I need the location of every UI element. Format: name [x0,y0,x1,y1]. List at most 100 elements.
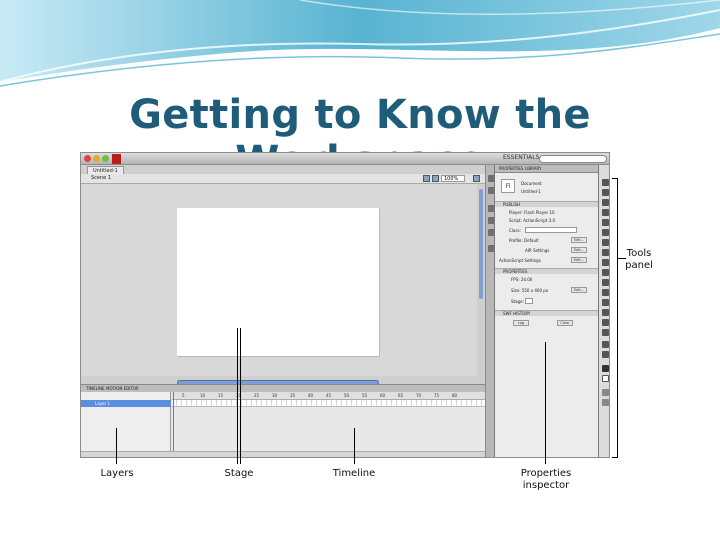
size-value: Size: 550 x 400 px [511,288,549,293]
eraser-tool-icon[interactable] [602,329,609,336]
layers-leader [116,428,117,464]
frame-number: 15 [218,393,224,398]
subselection-tool-icon[interactable] [602,189,609,196]
edit-symbol-icon[interactable] [432,175,439,182]
minimize-window-icon[interactable] [93,155,100,162]
frame-number: 70 [416,393,422,398]
flash-app-icon [112,154,121,164]
paint-bucket-tool-icon[interactable] [602,309,609,316]
snap-option-icon[interactable] [602,389,609,396]
script-setting: Script: ActionScript 3.0 [509,218,555,223]
document-icon: Fl [501,179,515,193]
edit-scene-icon[interactable] [423,175,430,182]
layer-row[interactable]: Layer 1 [81,400,171,407]
help-search-input[interactable] [539,155,607,163]
zoom-tool-icon[interactable] [602,351,609,358]
frame-number: 25 [254,393,260,398]
stroke-color-icon[interactable] [602,365,609,372]
document-tab[interactable]: Untitled-1 [87,166,124,174]
selection-tool-icon[interactable] [602,179,609,186]
rectangle-tool-icon[interactable] [602,259,609,266]
class-input[interactable] [525,227,577,233]
stage-leader-2 [240,328,241,464]
smooth-option-icon[interactable] [602,399,609,406]
actionscript-settings-label: ActionScript Settings [499,258,541,263]
edit-size-button[interactable]: Edit... [571,287,587,293]
clear-button[interactable]: Clear [557,320,573,326]
layers-column: Layer 1 [81,392,171,457]
free-transform-tool-icon[interactable] [602,199,609,206]
layer-frames[interactable] [172,400,485,407]
pasteboard [81,184,477,376]
bone-tool-icon[interactable] [602,299,609,306]
publish-section-header[interactable]: PUBLISH [495,201,599,207]
callout-properties-inspector: Properties inspector [520,468,572,491]
window-titlebar: ESSENTIALS [81,153,609,165]
close-window-icon[interactable] [84,155,91,162]
frame-number: 65 [398,393,404,398]
pencil-tool-icon[interactable] [602,269,609,276]
lasso-tool-icon[interactable] [602,219,609,226]
workspace-switcher[interactable]: ESSENTIALS [503,154,539,161]
timeline-panel: Layer 1 5 10 15 20 25 30 35 40 45 50 55 … [81,392,485,457]
zoom-window-icon[interactable] [102,155,109,162]
document-type: Document [521,181,542,186]
timeline-footer [81,451,485,457]
edit-air-settings-button[interactable]: Edit... [571,247,587,253]
frame-number: 55 [362,393,368,398]
stage-color-swatch[interactable] [525,298,533,304]
class-label: Class: [509,228,521,233]
zoom-control[interactable]: 100% [441,175,465,182]
edit-profile-button[interactable]: Edit... [571,237,587,243]
header-wave-graphic [0,0,720,87]
frame-number: 10 [200,393,206,398]
fill-color-icon[interactable] [602,375,609,382]
profile-setting: Profile: Default [509,238,539,243]
tab-properties[interactable]: PROPERTIES [499,165,523,173]
frame-number: 50 [344,393,350,398]
frame-number: 80 [452,393,458,398]
edit-bar: Scene 1 100% [81,174,485,184]
brush-tool-icon[interactable] [602,279,609,286]
air-settings-label: AIR Settings [525,248,550,253]
hand-tool-icon[interactable] [602,341,609,348]
stage[interactable] [177,208,379,356]
stage-options-icon[interactable] [473,175,480,182]
document-name: Untitled-1 [521,189,541,194]
fps-value[interactable]: FPS: 24.00 [511,277,532,282]
playhead[interactable] [173,392,174,457]
frame-ruler[interactable]: 5 10 15 20 25 30 35 40 45 50 55 60 65 70… [172,392,485,400]
frame-number: 30 [272,393,278,398]
scene-label[interactable]: Scene 1 [91,175,111,181]
properties-leader [545,342,546,464]
callout-stage: Stage [224,468,254,479]
properties-section-header[interactable]: PROPERTIES [495,268,599,274]
log-button[interactable]: Log [513,320,529,326]
callout-tools-panel: Tools panel [625,248,653,271]
deco-tool-icon[interactable] [602,289,609,296]
tools-panel [598,165,609,457]
timeline-leader [354,428,355,464]
stage-color-label: Stage: [511,299,524,304]
frame-number: 5 [182,393,185,398]
frame-number: 60 [380,393,386,398]
frame-number: 35 [290,393,296,398]
swf-history-section-header[interactable]: SWF HISTORY [495,310,599,316]
eyedropper-tool-icon[interactable] [602,319,609,326]
line-tool-icon[interactable] [602,249,609,256]
tools-panel-bracket [612,178,618,458]
vertical-scrollbar[interactable] [479,189,483,299]
tab-library[interactable]: LIBRARY [525,165,541,173]
callout-timeline: Timeline [332,468,376,479]
frame-number: 75 [434,393,440,398]
text-tool-icon[interactable] [602,239,609,246]
properties-inspector: PROPERTIES LIBRARY Fl Document Untitled-… [494,165,599,457]
3d-rotation-tool-icon[interactable] [602,209,609,216]
flash-workspace-window: ESSENTIALS Untitled-1 Scene 1 100% TIMEL… [80,152,610,458]
stage-leader [237,328,238,464]
frame-number: 40 [308,393,314,398]
pen-tool-icon[interactable] [602,229,609,236]
player-setting: Player: Flash Player 10 [509,210,555,215]
callout-layers: Layers [100,468,134,479]
edit-actionscript-button[interactable]: Edit... [571,257,587,263]
